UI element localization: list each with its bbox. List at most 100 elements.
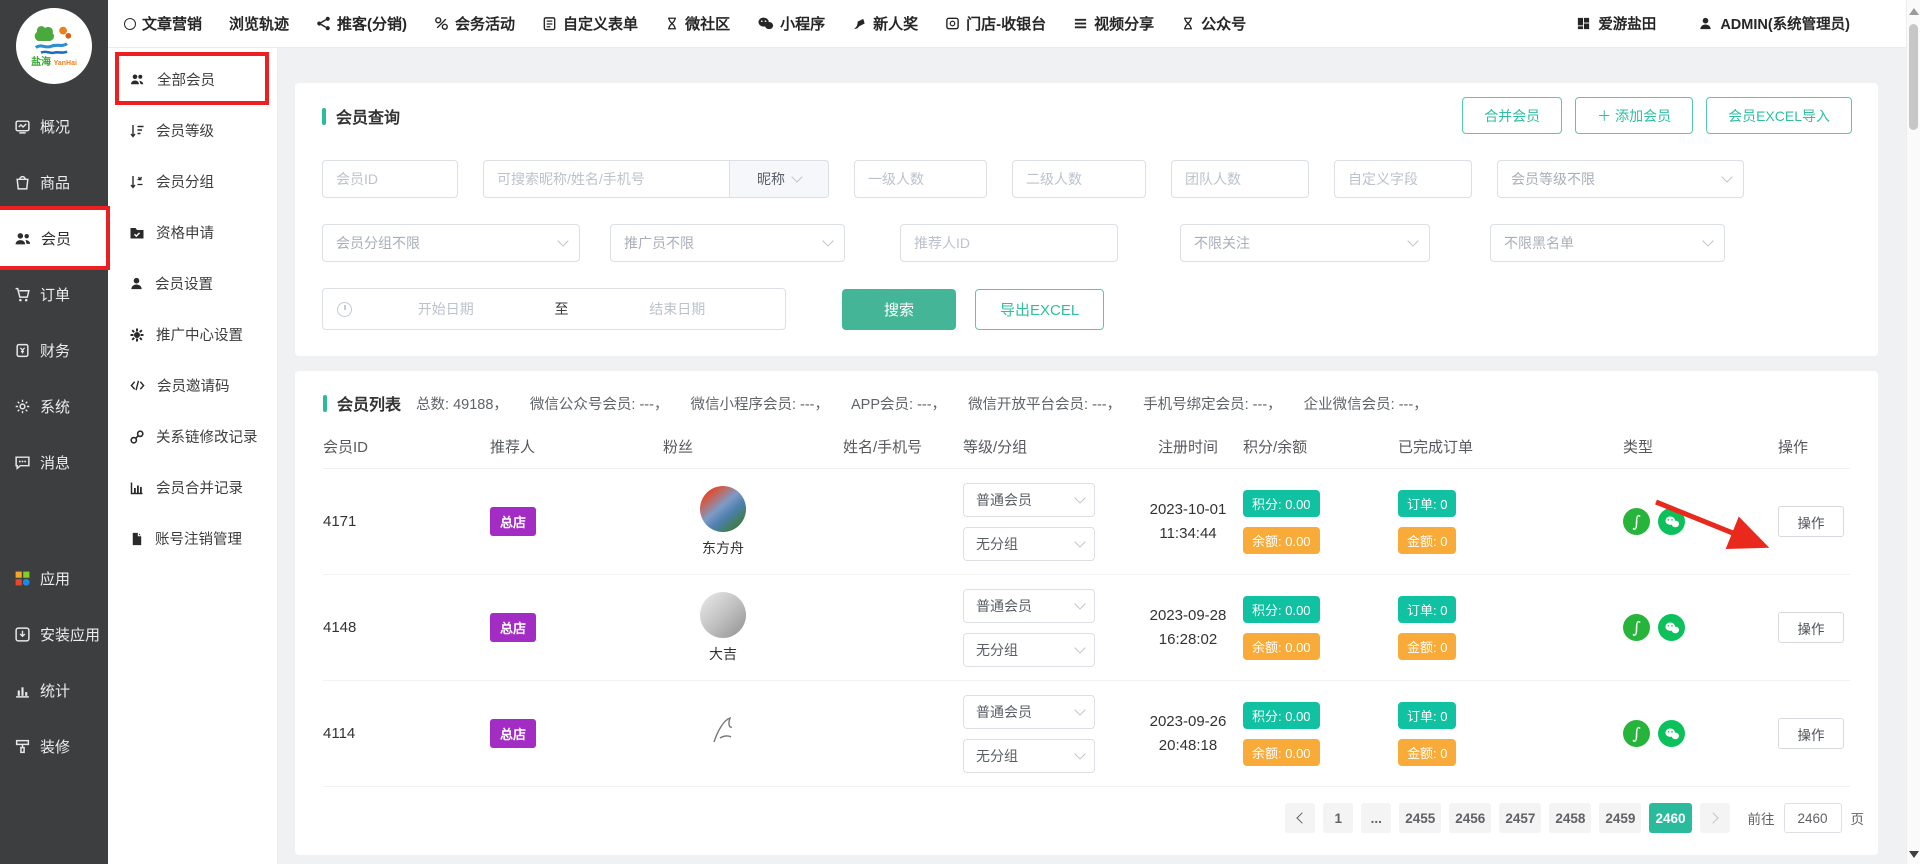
type-cell: ∫: [1623, 720, 1778, 747]
referrer-badge: 总店: [490, 507, 536, 536]
install-icon: [14, 626, 31, 643]
submenu-item-member-groups[interactable]: 会员分组: [108, 156, 277, 207]
sidebar-item-install-apps[interactable]: 安装应用: [0, 606, 108, 662]
page-button[interactable]: 2456: [1449, 803, 1491, 833]
submenu-item-invite-code[interactable]: 会员邀请码: [108, 360, 277, 411]
submenu-item-member-levels[interactable]: 会员等级: [108, 105, 277, 156]
referrer-id-input[interactable]: [900, 224, 1118, 262]
submenu-item-promotion-settings[interactable]: 推广中心设置: [108, 309, 277, 360]
add-member-button[interactable]: ＋ 添加会员: [1575, 97, 1693, 134]
page-button[interactable]: 2459: [1599, 803, 1641, 833]
topnav-item-newcomer-award[interactable]: 新人奖: [852, 13, 918, 34]
sidebar-item-messages[interactable]: 消息: [0, 434, 108, 490]
sidebar-item-orders[interactable]: 订单: [0, 266, 108, 322]
topnav-item-micro-community[interactable]: 微社区: [665, 13, 730, 34]
sidebar-item-label: 财务: [40, 340, 70, 361]
scroll-down-arrow-icon[interactable]: [1909, 851, 1919, 858]
page-button[interactable]: 1: [1323, 803, 1353, 833]
member-excel-import-button[interactable]: 会员EXCEL导入: [1706, 97, 1852, 134]
sidebar-item-members[interactable]: 会员: [0, 210, 108, 266]
sidebar-item-statistics[interactable]: 统计: [0, 662, 108, 718]
keyword-combo: 昵称: [483, 160, 829, 198]
end-date-field[interactable]: 结束日期: [584, 299, 772, 319]
goto-page-input[interactable]: [1784, 803, 1842, 833]
follow-filter-select[interactable]: 不限关注: [1180, 224, 1430, 262]
submenu-item-member-settings[interactable]: 会员设置: [108, 258, 277, 309]
orders-badge: 订单: 0: [1398, 702, 1456, 729]
balance-badge: 余额: 0.00: [1243, 527, 1320, 554]
sidebar-item-system[interactable]: 系统: [0, 378, 108, 434]
page-button[interactable]: 2455: [1399, 803, 1441, 833]
merge-members-button[interactable]: 合并会员: [1462, 97, 1562, 134]
scroll-up-arrow-icon[interactable]: [1909, 8, 1919, 15]
topnav-item-custom-forms[interactable]: 自定义表单: [542, 13, 638, 34]
level1-count-input[interactable]: [854, 160, 987, 198]
sidebar-item-finance[interactable]: 财务: [0, 322, 108, 378]
start-date-field[interactable]: 开始日期: [352, 299, 540, 319]
blacklist-filter-select[interactable]: 不限黑名单: [1490, 224, 1725, 262]
page-scrollbar[interactable]: [1906, 0, 1920, 864]
topnav-item-official-account[interactable]: 公众号: [1181, 13, 1246, 34]
level2-count-input[interactable]: [1012, 160, 1146, 198]
group-select[interactable]: 无分组: [963, 633, 1095, 667]
row-action-button[interactable]: 操作: [1778, 718, 1844, 749]
workspace-switcher[interactable]: 爱游盐田: [1576, 13, 1656, 34]
members-icon: [14, 230, 32, 247]
submenu-item-all-members[interactable]: 全部会员: [108, 54, 277, 105]
row-action-button[interactable]: 操作: [1778, 612, 1844, 643]
link-icon: [434, 16, 449, 31]
page-unit-label: 页: [1851, 808, 1865, 828]
promoter-select[interactable]: 推广员不限: [610, 224, 845, 262]
balance-badge: 余额: 0.00: [1243, 739, 1320, 766]
page-ellipsis[interactable]: ...: [1361, 803, 1391, 833]
topnav-item-conference[interactable]: 会务活动: [434, 13, 515, 34]
col-member-id: 会员ID: [323, 436, 490, 457]
level-select[interactable]: 普通会员: [963, 483, 1095, 517]
sidebar-item-decoration[interactable]: 装修: [0, 718, 108, 774]
sidebar-item-goods[interactable]: 商品: [0, 154, 108, 210]
cart-icon: [14, 286, 31, 303]
group-select[interactable]: 无分组: [963, 527, 1095, 561]
topnav-item-article-marketing[interactable]: 文章营销: [124, 13, 202, 34]
submenu-item-qualification[interactable]: 资格申请: [108, 207, 277, 258]
member-group-select[interactable]: 会员分组不限: [322, 224, 580, 262]
page-button[interactable]: 2458: [1549, 803, 1591, 833]
level-select[interactable]: 普通会员: [963, 695, 1095, 729]
group-select[interactable]: 无分组: [963, 739, 1095, 773]
next-page-button[interactable]: [1700, 803, 1730, 833]
search-button[interactable]: 搜索: [842, 289, 956, 330]
keyword-input[interactable]: [483, 160, 730, 198]
sidebar-item-apps[interactable]: 应用: [0, 550, 108, 606]
admin-menu[interactable]: ADMIN(系统管理员): [1698, 13, 1850, 34]
page-button[interactable]: 2457: [1499, 803, 1541, 833]
topnav-label: 新人奖: [873, 13, 918, 34]
custom-field-input[interactable]: [1334, 160, 1472, 198]
keyword-type-select[interactable]: 昵称: [730, 160, 829, 198]
top-nav: 文章营销 浏览轨迹 推客(分销) 会务活动 自定义表单 微社区 小程序 新人奖: [124, 13, 1246, 34]
row-action-button[interactable]: 操作: [1778, 506, 1844, 537]
member-level-select[interactable]: 会员等级不限: [1497, 160, 1744, 198]
member-level-value: 会员等级不限: [1511, 169, 1595, 189]
fan-cell: 大吉: [663, 592, 783, 664]
topnav-item-mini-program[interactable]: 小程序: [757, 13, 825, 34]
date-range-picker[interactable]: 开始日期 至 结束日期: [322, 288, 786, 330]
submenu-item-account-cancellation[interactable]: 账号注销管理: [108, 513, 277, 564]
team-count-input[interactable]: [1171, 160, 1309, 198]
current-page-button[interactable]: 2460: [1649, 803, 1691, 833]
topnav-item-browse-tracks[interactable]: 浏览轨迹: [229, 13, 289, 34]
scrollbar-thumb[interactable]: [1909, 24, 1918, 130]
submenu-item-relation-chain-log[interactable]: 关系链修改记录: [108, 411, 277, 462]
prev-page-button[interactable]: [1285, 803, 1315, 833]
open-platform-icon: ∫: [1623, 720, 1650, 747]
topnav-item-store-cashier[interactable]: 门店-收银台: [945, 13, 1046, 34]
level-select[interactable]: 普通会员: [963, 589, 1095, 623]
topnav-item-distribution[interactable]: 推客(分销): [316, 13, 407, 34]
export-excel-button[interactable]: 导出EXCEL: [975, 289, 1104, 330]
sidebar-item-overview[interactable]: 概况: [0, 98, 108, 154]
sidebar-item-label: 应用: [40, 568, 70, 589]
member-id-input[interactable]: [322, 160, 458, 198]
primary-nav: 概况 商品 会员 订单 财务 系统 消息 应用: [0, 98, 108, 774]
topnav-item-video-share[interactable]: 视频分享: [1073, 13, 1154, 34]
submenu-item-merge-log[interactable]: 会员合并记录: [108, 462, 277, 513]
level-value: 普通会员: [976, 490, 1032, 510]
